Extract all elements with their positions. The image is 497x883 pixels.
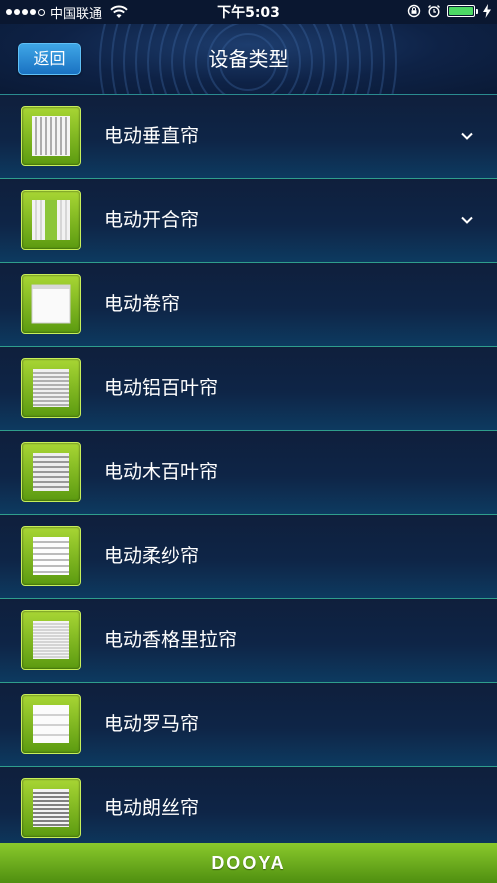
device-row-shangri-la-blind[interactable]: 电动香格里拉帘 bbox=[0, 599, 497, 683]
sheer-blind-icon bbox=[21, 778, 81, 838]
device-row-sheer-blind[interactable]: 电动朗丝帘 bbox=[0, 767, 497, 851]
alarm-icon bbox=[428, 5, 440, 18]
device-label: 电动柔纱帘 bbox=[104, 545, 200, 567]
wood-venetian-blind-icon bbox=[21, 442, 81, 502]
device-row-roman-blind[interactable]: 电动罗马帘 bbox=[0, 683, 497, 767]
device-row-curtain[interactable]: 电动开合帘 bbox=[0, 179, 497, 263]
chevron-down-icon[interactable] bbox=[459, 212, 475, 228]
vertical-blind-icon bbox=[21, 106, 81, 166]
rotation-lock-icon bbox=[407, 4, 421, 18]
device-label: 电动木百叶帘 bbox=[104, 461, 219, 483]
device-label: 电动朗丝帘 bbox=[104, 797, 200, 819]
device-row-wood-venetian-blind[interactable]: 电动木百叶帘 bbox=[0, 431, 497, 515]
brand-footer: DOOYA bbox=[0, 843, 497, 883]
dooya-logo: DOOYA bbox=[211, 852, 286, 873]
device-label: 电动开合帘 bbox=[104, 209, 200, 231]
navigation-bar: 返回 设备类型 bbox=[0, 24, 497, 95]
wifi-icon bbox=[110, 5, 128, 18]
device-label: 电动卷帘 bbox=[104, 293, 181, 315]
signal-dots-icon bbox=[6, 8, 45, 16]
shangri-la-blind-icon bbox=[21, 610, 81, 670]
device-label: 电动铝百叶帘 bbox=[104, 377, 219, 399]
chevron-down-icon[interactable] bbox=[459, 128, 475, 144]
aluminum-venetian-blind-icon bbox=[21, 358, 81, 418]
back-button[interactable]: 返回 bbox=[18, 43, 81, 75]
carrier-name: 中国联通 bbox=[50, 6, 103, 22]
device-label: 电动垂直帘 bbox=[104, 125, 200, 147]
charging-icon bbox=[483, 4, 491, 18]
device-row-roller-blind[interactable]: 电动卷帘 bbox=[0, 263, 497, 347]
status-bar: 中国联通 下午5:03 bbox=[0, 0, 497, 24]
device-label: 电动罗马帘 bbox=[104, 713, 200, 735]
device-row-soft-gauze-blind[interactable]: 电动柔纱帘 bbox=[0, 515, 497, 599]
roman-blind-icon bbox=[21, 694, 81, 754]
curtain-icon bbox=[21, 190, 81, 250]
battery-icon bbox=[447, 5, 478, 17]
device-row-aluminum-venetian-blind[interactable]: 电动铝百叶帘 bbox=[0, 347, 497, 431]
device-label: 电动香格里拉帘 bbox=[104, 629, 238, 651]
device-row-vertical-blind[interactable]: 电动垂直帘 bbox=[0, 95, 497, 179]
device-type-list: 电动垂直帘 电动开合帘 电动卷帘 电动铝百叶帘 电动木百叶帘 电动柔纱帘 电动香… bbox=[0, 95, 497, 851]
roller-blind-icon bbox=[21, 274, 81, 334]
soft-gauze-blind-icon bbox=[21, 526, 81, 586]
